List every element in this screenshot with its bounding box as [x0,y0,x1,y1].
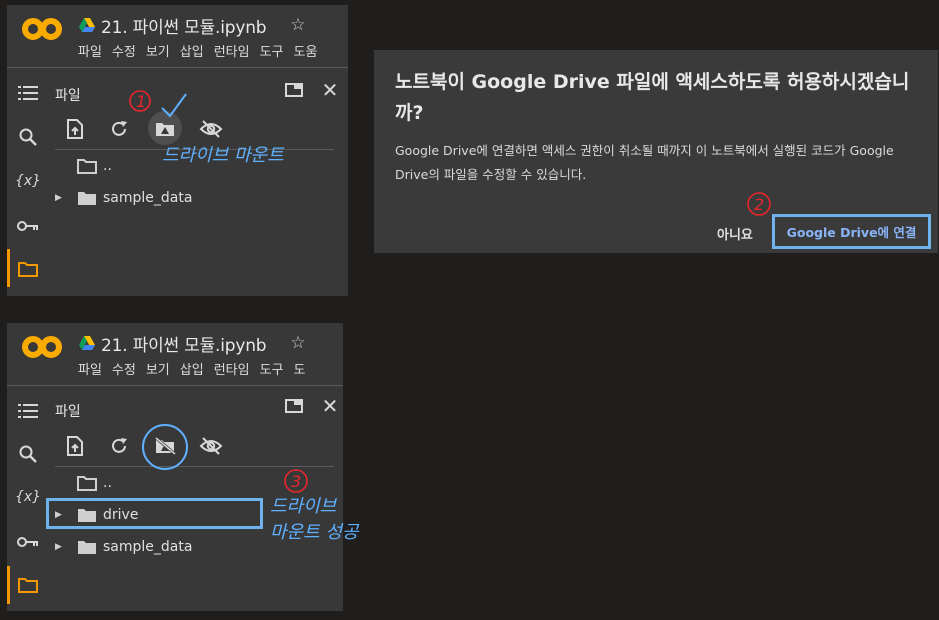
menu-edit[interactable]: 수정 [112,41,136,60]
star-icon[interactable]: ☆ [290,15,305,35]
menu-view[interactable]: 보기 [146,41,170,60]
drive-icon [79,18,95,32]
menu-help[interactable]: 도 [294,359,306,378]
tree-item-sample-data[interactable]: ▶ sample_data [55,536,192,558]
close-icon[interactable]: ✕ [320,394,340,418]
parent-dir-row[interactable]: .. [55,472,112,494]
menu-view[interactable]: 보기 [146,359,170,378]
menu-tools[interactable]: 도구 [260,359,284,378]
colab-logo [22,336,62,358]
menu-bar: 파일 수정 보기 삽입 런타임 도구 도 [78,359,305,378]
colab-window-after: 21. 파이썬 모듈.ipynb ☆ 파일 수정 보기 삽입 런타임 도구 도 … [7,323,343,611]
colab-window-before: 21. 파이썬 모듈.ipynb ☆ 파일 수정 보기 삽입 런타임 도구 도움… [7,5,348,296]
tree-item-label: sample_data [103,190,193,206]
folder-open-icon [77,159,97,174]
expand-icon[interactable]: ▶ [55,542,67,552]
notebook-title-row: 21. 파이썬 모듈.ipynb ☆ [79,328,306,358]
notebook-title-row: 21. 파이썬 모듈.ipynb ☆ [79,10,306,40]
folder-icon [78,541,96,554]
folder-icon [78,509,96,522]
key-icon[interactable] [17,215,39,237]
close-icon[interactable]: ✕ [320,78,340,102]
window-icon[interactable] [284,80,304,100]
colab-logo [22,18,62,40]
tree-item-label: drive [103,507,139,523]
hide-icon[interactable] [199,434,223,458]
expand-icon[interactable]: ▶ [55,510,67,520]
tree-item-label: sample_data [103,539,193,555]
expand-icon[interactable]: ▶ [55,193,67,203]
upload-icon[interactable] [63,434,87,458]
parent-dir-label: .. [103,475,112,491]
notebook-title[interactable]: 21. 파이썬 모듈.ipynb [101,13,267,38]
tree-item-sample-data[interactable]: ▶ sample_data [55,187,192,209]
rail-active-indicator [7,249,10,287]
folder-icon[interactable] [17,574,39,596]
menu-insert[interactable]: 삽입 [180,359,204,378]
tree-divider [55,149,334,150]
mount-drive-icon[interactable] [153,117,177,141]
folder-icon [78,192,96,205]
dialog-body: Google Drive에 연결하면 액세스 권한이 취소될 때까지 이 노트북… [395,143,894,182]
folder-open-icon [77,476,97,491]
key-icon[interactable] [17,531,39,553]
dialog-title: 노트북이 Google Drive 파일에 액세스하도록 허용하시겠습니까? [395,71,910,124]
cancel-button[interactable]: 아니요 [717,224,753,243]
drive-permission-dialog: 노트북이 Google Drive 파일에 액세스하도록 허용하시겠습니까? G… [374,50,938,253]
menu-insert[interactable]: 삽입 [180,41,204,60]
refresh-icon[interactable] [107,117,131,141]
toc-icon[interactable] [17,400,39,422]
upload-icon[interactable] [63,117,87,141]
menu-runtime[interactable]: 런타임 [214,359,250,378]
refresh-icon[interactable] [107,434,131,458]
hide-icon[interactable] [199,117,223,141]
menu-file[interactable]: 파일 [78,359,102,378]
divider [7,385,343,386]
menu-tools[interactable]: 도구 [260,41,284,60]
folder-icon[interactable] [17,258,39,280]
files-panel-title: 파일 [55,88,81,104]
drive-icon [79,336,95,350]
menu-runtime[interactable]: 런타임 [214,41,250,60]
divider [7,67,348,68]
parent-dir-row[interactable]: .. [55,155,112,177]
window-icon[interactable] [284,396,304,416]
unmount-drive-icon[interactable] [153,434,177,458]
parent-dir-label: .. [103,158,112,174]
search-icon[interactable] [17,126,39,148]
notebook-title[interactable]: 21. 파이썬 모듈.ipynb [101,331,267,356]
search-icon[interactable] [17,443,39,465]
menu-file[interactable]: 파일 [78,41,102,60]
menu-edit[interactable]: 수정 [112,359,136,378]
variables-icon[interactable]: {x} [15,170,41,192]
tree-item-drive[interactable]: ▶ drive [55,504,138,526]
star-icon[interactable]: ☆ [290,333,305,353]
files-panel-title: 파일 [55,404,81,420]
menu-bar: 파일 수정 보기 삽입 런타임 도구 도움 [78,41,317,60]
rail-active-indicator [7,566,10,604]
toc-icon[interactable] [17,82,39,104]
connect-drive-button[interactable]: Google Drive에 연결 [772,214,931,249]
tree-divider [55,466,334,467]
menu-help[interactable]: 도움 [294,41,318,60]
variables-icon[interactable]: {x} [15,486,41,508]
